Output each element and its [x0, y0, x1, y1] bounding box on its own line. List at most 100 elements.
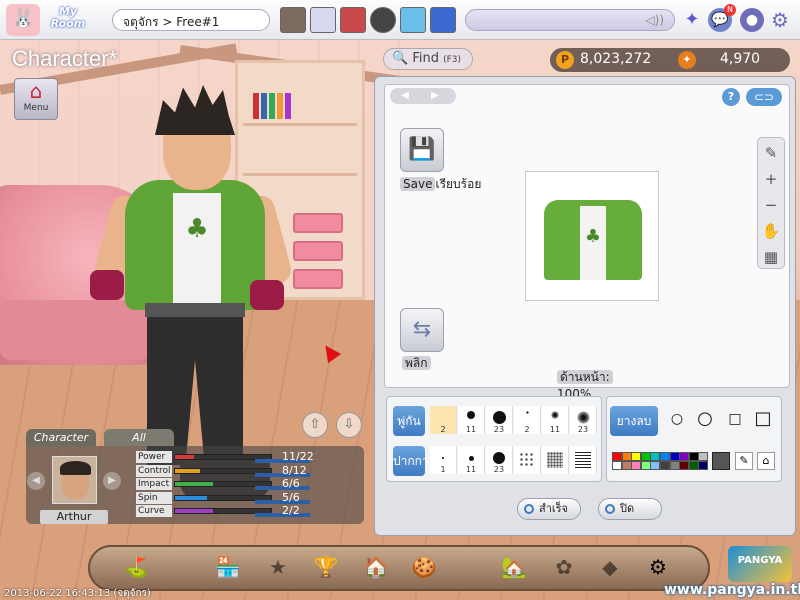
palette-swatch[interactable] — [669, 461, 680, 470]
zoom-in-icon[interactable]: + — [760, 168, 782, 190]
friend-avatar-4[interactable] — [370, 7, 396, 33]
pen-pattern-1[interactable] — [542, 446, 569, 474]
next-character-button[interactable]: ▶ — [103, 472, 121, 490]
bucket-icon[interactable]: ⌂ — [757, 452, 775, 470]
shop-icon[interactable]: 🏪 — [212, 551, 244, 583]
eyedropper-icon[interactable]: ✎ — [735, 452, 753, 470]
grid-icon[interactable]: ▦ — [760, 246, 782, 268]
stat-row-impact: Impact 6/6 — [136, 478, 326, 490]
stat-value: 8/12 — [282, 463, 307, 477]
palette-swatch[interactable] — [640, 461, 651, 470]
link-toggle-button[interactable]: ⊂⊃ — [746, 88, 782, 106]
palette-swatch[interactable] — [640, 452, 651, 461]
tab-all[interactable]: All — [104, 429, 174, 446]
brush-size-5[interactable]: 23 — [570, 406, 597, 434]
eraser-large-square[interactable]: □ — [750, 406, 776, 432]
palette-swatch[interactable] — [621, 452, 632, 461]
palette-swatch[interactable] — [698, 461, 709, 470]
palette-swatch[interactable] — [612, 461, 622, 470]
menu-button[interactable]: ⌂ Menu — [14, 78, 58, 120]
stat-row-spin: Spin 5/6 — [136, 491, 326, 504]
palette-swatch[interactable] — [698, 452, 709, 461]
map-icon[interactable]: ◆ — [594, 551, 626, 583]
chat-input[interactable]: ◁)) — [465, 9, 675, 31]
palette-swatch[interactable] — [650, 461, 661, 470]
event-icon[interactable]: ✿ — [548, 551, 580, 583]
undo-button[interactable]: ◀ — [390, 88, 420, 104]
website-link[interactable]: www.pangya.in.th — [664, 582, 800, 598]
my-room-icon[interactable]: 🏡 — [498, 551, 530, 583]
trophy-icon[interactable]: 🏆 — [310, 551, 342, 583]
speaker-icon[interactable]: ◁)) — [645, 13, 664, 27]
sparkle-icon[interactable]: ✦ — [680, 8, 704, 32]
palette-swatch[interactable] — [688, 452, 699, 461]
save-button[interactable]: 💾 — [400, 128, 444, 172]
palette-swatch[interactable] — [669, 452, 680, 461]
palette-swatch[interactable] — [679, 452, 690, 461]
notification-badge[interactable]: N — [724, 4, 736, 16]
my-room-button[interactable]: My Room — [50, 6, 86, 32]
find-button[interactable]: 🔍 Find (F3) — [383, 48, 473, 70]
palette-swatch[interactable] — [650, 452, 661, 461]
palette-swatch[interactable] — [660, 452, 670, 461]
settings-icon[interactable]: ⚙ — [642, 551, 674, 583]
currency-bar: P 8,023,272 ✦ 4,970 — [550, 48, 790, 72]
brush-size-0[interactable]: 2 — [430, 406, 457, 434]
clover-icon: ♣ — [185, 214, 209, 244]
close-button[interactable]: ปิด — [598, 498, 662, 520]
friend-avatar-3[interactable] — [340, 7, 366, 33]
room-location-field[interactable]: จตุจักร > Free#1 — [112, 9, 270, 31]
cookie-shop-icon[interactable]: 🍪 — [408, 551, 440, 583]
pen-size-0[interactable]: 1 — [430, 446, 457, 474]
rotate-down-button[interactable]: ⇩ — [336, 412, 362, 438]
pen-pattern-2[interactable] — [570, 446, 597, 474]
brush-size-4[interactable]: 11 — [542, 406, 569, 434]
palette-swatch[interactable] — [631, 461, 642, 470]
pen-size-2[interactable]: 23 — [486, 446, 513, 474]
flip-label: พลิก — [402, 354, 431, 373]
selected-color-swatch[interactable] — [712, 452, 730, 470]
friend-avatar-1[interactable] — [280, 7, 306, 33]
stat-label: Spin — [136, 491, 172, 504]
prev-character-button[interactable]: ◀ — [27, 472, 45, 490]
palette-swatch[interactable] — [612, 452, 622, 461]
stat-label: Control — [136, 464, 172, 477]
brush-size-3[interactable]: 2 — [514, 406, 541, 434]
zoom-out-icon[interactable]: − — [760, 194, 782, 216]
house-icon[interactable]: 🏠 — [360, 551, 392, 583]
redo-button[interactable]: ▶ — [420, 88, 450, 104]
golf-club-icon[interactable]: ⛳ — [120, 551, 152, 583]
rotate-up-button[interactable]: ⇧ — [302, 412, 328, 438]
stat-value: 2/2 — [282, 504, 300, 517]
palette-swatch[interactable] — [679, 461, 690, 470]
pen-pattern-0[interactable] — [514, 446, 541, 474]
palette-swatch[interactable] — [688, 461, 699, 470]
gear-icon[interactable]: ⚙ — [768, 8, 792, 32]
save-label: Save เรียบร้อย — [400, 175, 481, 194]
eraser-small-circle[interactable]: ○ — [664, 406, 690, 432]
app-logo-icon[interactable] — [6, 4, 40, 36]
eraser-large-circle[interactable]: ○ — [692, 406, 718, 432]
tab-character[interactable]: Character — [26, 429, 96, 446]
eraser-small-square[interactable]: □ — [722, 406, 748, 432]
palette-swatch[interactable] — [631, 452, 642, 461]
brush-size-2[interactable]: 23 — [486, 406, 513, 434]
stat-row-power: Power 11/22 — [136, 451, 326, 463]
pen-size-1[interactable]: 11 — [458, 446, 485, 474]
flip-button[interactable]: ⇆ — [400, 308, 444, 352]
hand-icon[interactable]: ✋ — [760, 220, 782, 242]
pencil-icon[interactable]: ✎ — [760, 142, 782, 164]
palette-swatch[interactable] — [621, 461, 632, 470]
help-button[interactable]: ? — [722, 88, 740, 106]
character-icon[interactable]: ● — [740, 8, 764, 32]
stat-row-control: Control 8/12 — [136, 463, 326, 477]
clothing-preview[interactable]: ♣ — [525, 171, 659, 301]
star-icon[interactable]: ★ — [262, 551, 294, 583]
friend-avatar-6[interactable] — [430, 7, 456, 33]
brush-size-1[interactable]: 11 — [458, 406, 485, 434]
friend-avatar-5[interactable] — [400, 7, 426, 33]
ok-button[interactable]: สำเร็จ — [517, 498, 581, 520]
friend-avatar-2[interactable] — [310, 7, 336, 33]
palette-swatch[interactable] — [660, 461, 670, 470]
cookie-icon: ✦ — [678, 51, 696, 69]
